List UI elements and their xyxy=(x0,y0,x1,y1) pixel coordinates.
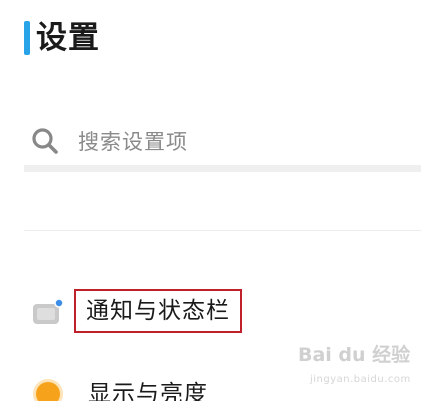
highlight-box: 通知与状态栏 xyxy=(74,289,242,333)
search-bar[interactable]: 搜索设置项 xyxy=(24,116,421,172)
settings-screen: 设置 搜索设置项 通知与状态栏 显示与亮度 Bai du 经验 jingyan.… xyxy=(0,0,421,401)
page-title: 设置 xyxy=(36,20,100,56)
section-divider xyxy=(24,230,421,231)
search-icon xyxy=(32,127,58,154)
search-placeholder: 搜索设置项 xyxy=(78,129,188,154)
settings-item-display[interactable]: 显示与亮度 xyxy=(24,370,421,401)
brightness-icon xyxy=(28,374,68,401)
settings-item-label: 通知与状态栏 xyxy=(86,298,230,324)
title-accent-bar xyxy=(24,21,30,55)
notification-icon xyxy=(28,291,68,331)
settings-item-notifications[interactable]: 通知与状态栏 xyxy=(24,287,421,335)
settings-item-label: 显示与亮度 xyxy=(88,381,208,401)
title-bar: 设置 xyxy=(24,19,100,57)
watermark-text: Bai du 经验 xyxy=(298,344,411,366)
